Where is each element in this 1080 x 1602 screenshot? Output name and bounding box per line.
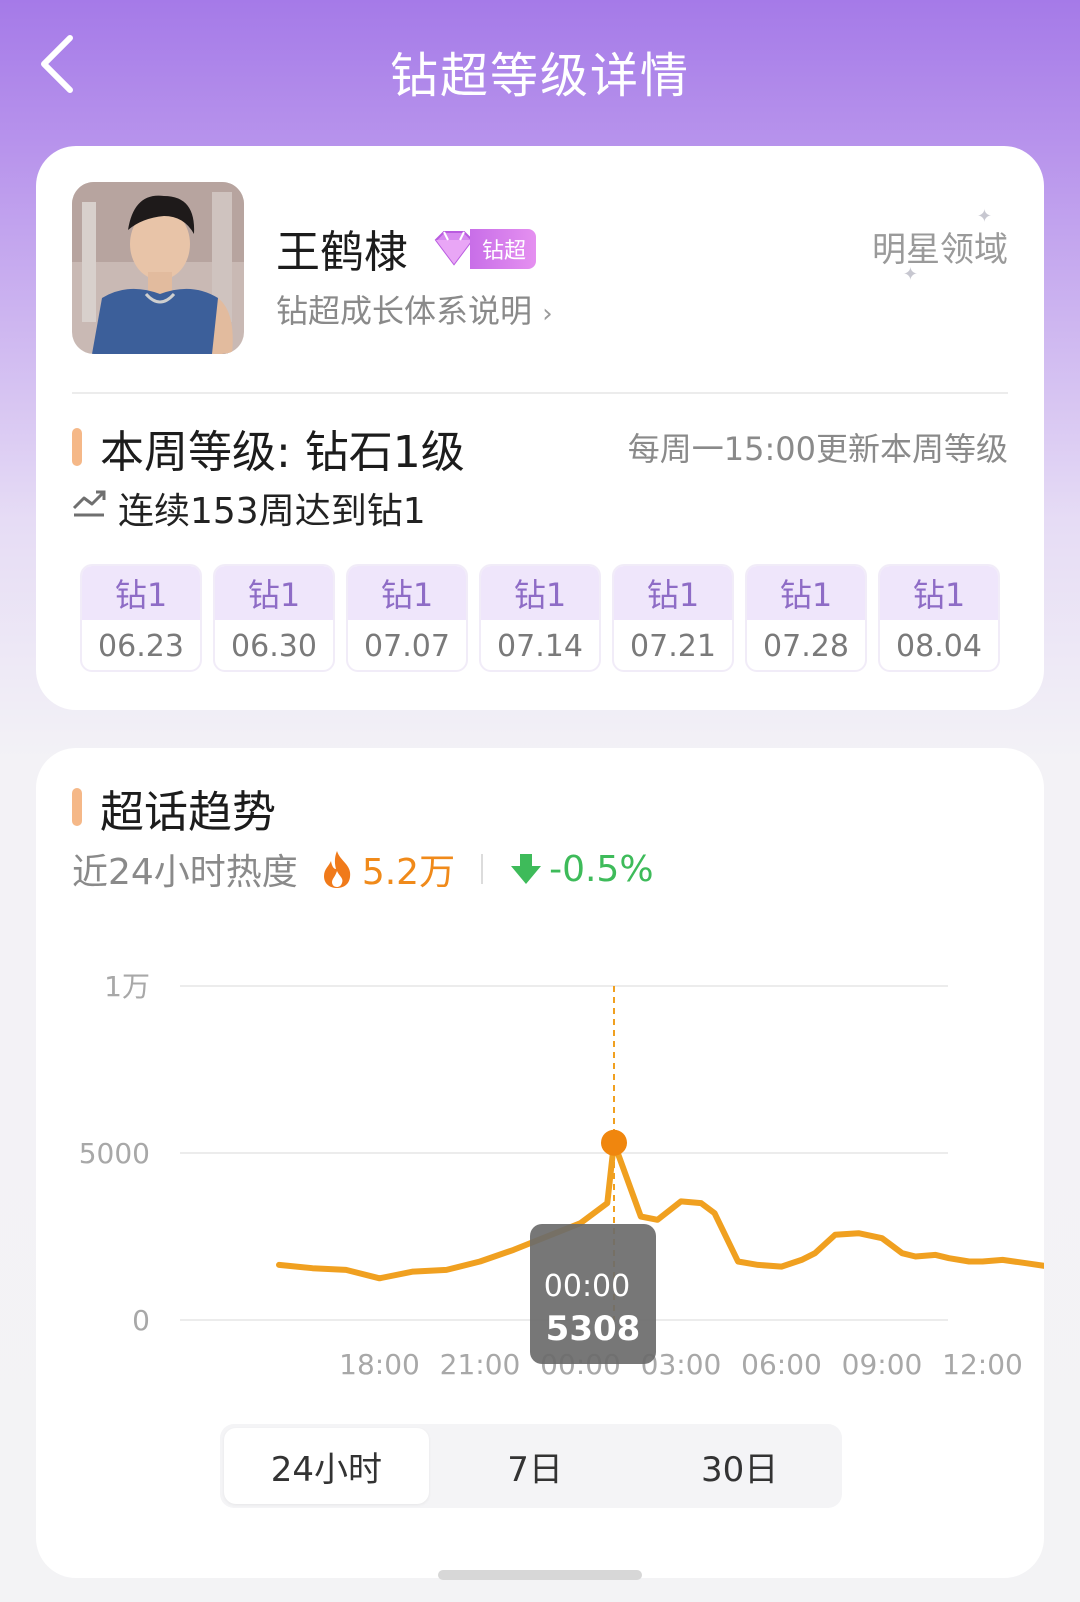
section-accent <box>72 428 82 466</box>
peak-point[interactable] <box>601 1129 627 1156</box>
badge-label: 钻超 <box>470 229 537 269</box>
top-bar: 钻超等级详情 <box>0 0 1080 130</box>
tab-30d[interactable]: 30日 <box>637 1424 842 1508</box>
week-cell: 钻1 07.28 <box>745 564 867 672</box>
range-tabs: 24小时 7日 30日 <box>220 1424 842 1508</box>
week-level: 钻1 <box>215 566 333 620</box>
heat-trend-chart[interactable]: 050001万 18:00 21:00 00:00 03:00 06:00 09:00 12… <box>36 748 1044 1448</box>
week-cell: 钻1 06.30 <box>213 564 335 672</box>
y-tick-label: 1万 <box>104 970 150 1003</box>
level-card: 王鹤棣 钻超 钻超成长体系说明 › ✦ ✦ 明星领域 本周等级: 钻石1级 每周… <box>36 146 1044 710</box>
tab-7d[interactable]: 7日 <box>433 1424 638 1508</box>
tab-24h[interactable]: 24小时 <box>224 1428 429 1504</box>
week-date: 06.23 <box>98 628 184 664</box>
tooltip-time: 00:00 <box>544 1269 630 1304</box>
x-tick-label: 21:00 <box>440 1348 521 1381</box>
chevron-right-icon: › <box>542 299 553 329</box>
y-tick-label: 0 <box>132 1304 150 1337</box>
week-level: 钻1 <box>481 566 599 620</box>
week-level: 钻1 <box>82 566 200 620</box>
week-level: 钻1 <box>747 566 865 620</box>
week-date: 06.30 <box>231 628 317 664</box>
tooltip-value: 5308 <box>546 1309 641 1349</box>
week-level: 钻1 <box>348 566 466 620</box>
update-note: 每周一15:00更新本周等级 <box>627 430 1008 468</box>
y-tick-label: 5000 <box>79 1137 150 1170</box>
week-level: 钻1 <box>880 566 998 620</box>
weekly-history: 钻1 06.23 钻1 06.30 钻1 07.07 钻1 07.14 钻1 0… <box>80 564 1000 672</box>
star-name: 王鹤棣 <box>276 227 408 278</box>
week-date: 08.04 <box>896 628 982 664</box>
week-date: 07.14 <box>497 628 583 664</box>
diamond-super-badge: 钻超 <box>428 228 546 270</box>
x-tick-label: 06:00 <box>741 1348 822 1381</box>
growth-system-link[interactable]: 钻超成长体系说明 › <box>276 286 553 332</box>
chart-tooltip: 00:00 5308 <box>530 1224 656 1364</box>
x-tick-label: 18:00 <box>339 1348 420 1381</box>
week-cell: 钻1 06.23 <box>80 564 202 672</box>
home-indicator <box>438 1570 642 1580</box>
streak-text: 连续153周达到钻1 <box>118 491 426 532</box>
week-date: 07.07 <box>364 628 450 664</box>
week-date: 07.21 <box>630 628 716 664</box>
x-tick-label: 12:00 <box>942 1348 1023 1381</box>
week-cell: 钻1 07.07 <box>346 564 468 672</box>
avatar[interactable] <box>72 182 244 354</box>
series-line <box>276 1139 1044 1282</box>
divider <box>72 392 1008 394</box>
week-date: 07.28 <box>763 628 849 664</box>
growth-link-label: 钻超成长体系说明 <box>276 292 533 330</box>
week-level: 钻1 <box>614 566 732 620</box>
trend-up-icon <box>72 490 106 517</box>
week-cell: 钻1 07.14 <box>479 564 601 672</box>
trend-card: 超话趋势 近24小时热度 5.2万 -0.5% 0 5000 1万 18:00 21:… <box>36 748 1044 1578</box>
weekly-level-title: 本周等级: 钻石1级 <box>100 427 465 478</box>
page-title: 钻超等级详情 <box>389 48 690 104</box>
domain-tag: 明星领域 <box>872 230 1008 270</box>
x-tick-label: 09:00 <box>842 1348 923 1381</box>
week-cell: 钻1 08.04 <box>878 564 1000 672</box>
week-cell: 钻1 07.21 <box>612 564 734 672</box>
